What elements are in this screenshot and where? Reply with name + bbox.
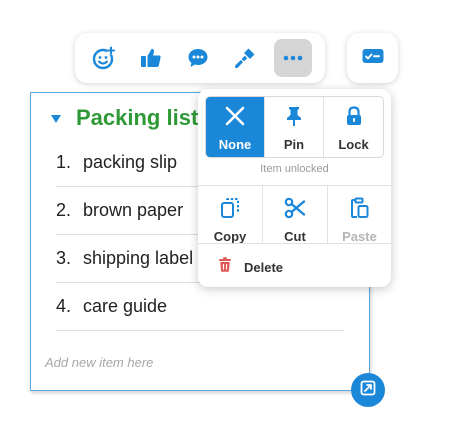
item-toolbar: [75, 33, 325, 83]
delete-label: Delete: [244, 259, 284, 275]
item-text[interactable]: brown paper: [83, 200, 183, 221]
workspace-canvas: Packing list 1. packing slip 2. brown pa…: [0, 0, 457, 433]
copy-label: Copy: [213, 229, 247, 244]
thumbs-up-icon: [139, 46, 163, 70]
item-text[interactable]: care guide: [83, 296, 167, 317]
paint-brush-icon: [233, 46, 257, 70]
collapse-caret-icon[interactable]: [51, 114, 61, 123]
comment-icon: [186, 46, 210, 70]
item-number: 4.: [56, 296, 72, 316]
item-text[interactable]: packing slip: [83, 152, 177, 173]
card-header: Packing list: [51, 105, 198, 131]
lock-option[interactable]: Lock: [324, 97, 383, 157]
style-button[interactable]: [226, 39, 264, 77]
pin-option[interactable]: Pin: [265, 97, 323, 157]
paste-icon: [349, 197, 371, 224]
pin-none-label: None: [218, 137, 252, 152]
checklist-card-icon: [361, 44, 385, 73]
comment-button[interactable]: [179, 39, 217, 77]
expand-icon: [360, 380, 376, 401]
copy-icon: [219, 197, 241, 224]
emoji-add-icon: [92, 46, 116, 70]
expand-button[interactable]: [351, 373, 385, 407]
item-number: 3.: [56, 248, 72, 268]
cut-option[interactable]: Cut: [263, 189, 327, 244]
scissors-icon: [284, 197, 306, 224]
copy-option[interactable]: Copy: [198, 189, 262, 244]
lock-status-text: Item unlocked: [260, 163, 329, 175]
more-options-icon: [281, 46, 305, 70]
card-options-button[interactable]: [347, 33, 398, 83]
paste-label: Paste: [342, 229, 377, 244]
add-reaction-button[interactable]: [85, 39, 123, 77]
pin-none-option[interactable]: None: [206, 97, 264, 157]
pin-mode-group: None Pin Lock: [205, 96, 384, 158]
item-number: 1.: [56, 152, 72, 172]
close-icon: [224, 105, 246, 132]
more-options-menu: None Pin Lock Item unlocked Copy Cut Pas…: [198, 89, 391, 287]
trash-icon: [218, 257, 232, 277]
card-title[interactable]: Packing list: [76, 105, 198, 131]
more-options-button[interactable]: [274, 39, 312, 77]
lock-label: Lock: [338, 137, 369, 152]
delete-option[interactable]: Delete: [218, 257, 283, 277]
pin-label: Pin: [283, 137, 305, 152]
pushpin-icon: [283, 105, 305, 132]
list-item[interactable]: 4. care guide: [56, 283, 344, 331]
add-item-input[interactable]: Add new item here: [45, 355, 153, 370]
padlock-icon: [343, 105, 365, 132]
item-text[interactable]: shipping label: [83, 248, 193, 269]
like-button[interactable]: [132, 39, 170, 77]
cut-label: Cut: [284, 229, 306, 244]
paste-option[interactable]: Paste: [328, 189, 391, 244]
item-number: 2.: [56, 200, 72, 220]
